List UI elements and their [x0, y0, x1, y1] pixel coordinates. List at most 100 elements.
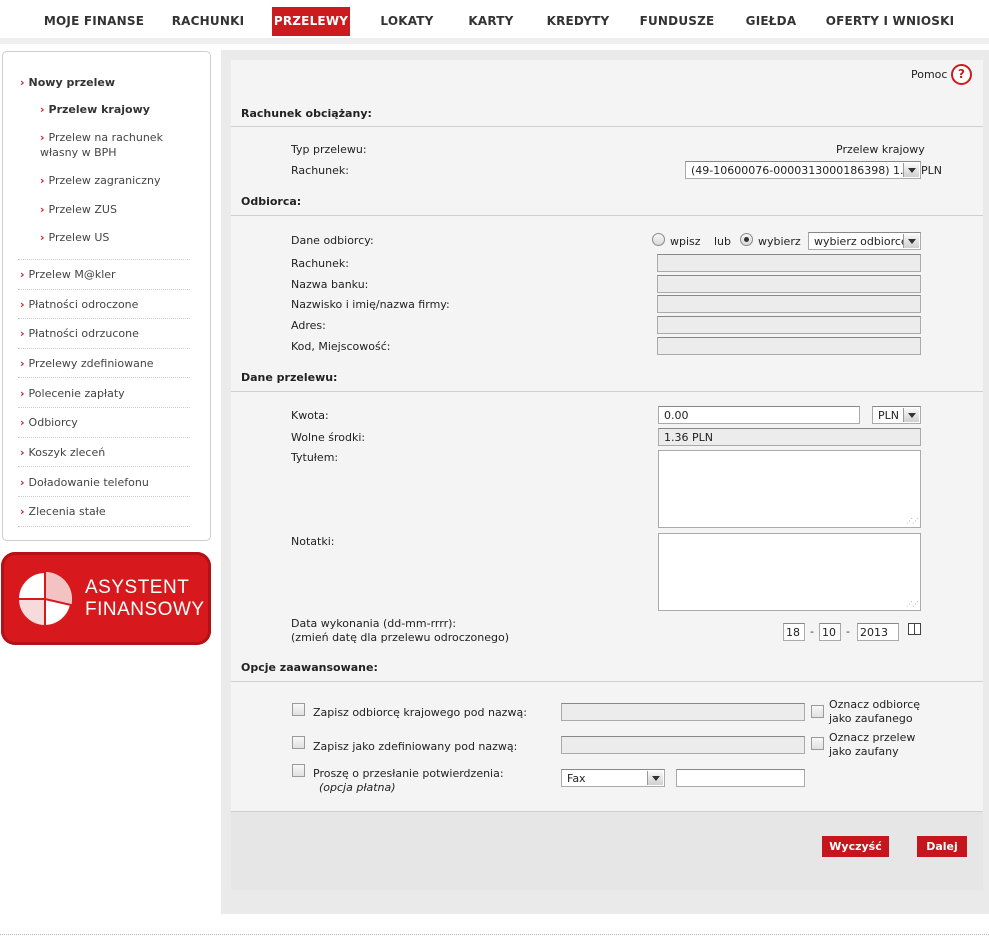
- section-title-dane-przelewu: Dane przelewu:: [241, 371, 338, 384]
- month-input[interactable]: 10: [819, 623, 841, 641]
- day-input[interactable]: 18: [783, 623, 805, 641]
- chevron-right-icon: ›: [20, 416, 25, 429]
- chevron-down-icon[interactable]: [903, 163, 919, 177]
- sidebar-item-doladowanie-telefonu[interactable]: › Doładowanie telefonu: [20, 475, 149, 490]
- radio-wpisz[interactable]: [652, 233, 665, 246]
- sidebar-item-koszyk-zlecen[interactable]: › Koszyk zleceń: [20, 445, 105, 460]
- sidebar-item-label: Nowy przelew: [28, 76, 116, 89]
- zapisz-zdefiniowany-nazwa-field[interactable]: [561, 736, 805, 754]
- divider: [231, 681, 983, 682]
- help-label[interactable]: Pomoc: [911, 68, 947, 81]
- year-value: 2013: [860, 626, 888, 639]
- nav-oferty-i-wnioski[interactable]: OFERTY I WNIOSKI: [822, 7, 958, 36]
- resize-grip-icon[interactable]: ⋰⋰: [906, 517, 919, 525]
- chevron-right-icon: ›: [20, 476, 25, 489]
- chevron-right-icon: ›: [40, 231, 45, 244]
- wybierz-odbiorce-select[interactable]: wybierz odbiorcę: [808, 232, 921, 250]
- divider: [231, 215, 983, 216]
- nav-rachunki[interactable]: RACHUNKI: [162, 7, 254, 36]
- sidebar-item-label: Koszyk zleceń: [28, 446, 106, 459]
- year-input[interactable]: 2013: [857, 623, 899, 641]
- calendar-icon[interactable]: [908, 623, 921, 635]
- data-wykonania-label: Data wykonania (dd-mm-rrrr):: [291, 617, 457, 630]
- potwierdzenie-numer-field[interactable]: [676, 769, 805, 787]
- top-navigation: MOJE FINANSE RACHUNKI PRZELEWY LOKATY KA…: [0, 0, 989, 44]
- nazwa-banku-field: [657, 275, 921, 293]
- divider: [18, 377, 190, 378]
- clear-button[interactable]: Wyczyść: [822, 836, 889, 857]
- divider: [18, 259, 190, 260]
- kod-miejscowosc-label: Kod, Miejscowość:: [291, 340, 391, 353]
- chevron-right-icon: ›: [40, 103, 45, 116]
- next-button[interactable]: Dalej: [917, 836, 967, 857]
- sidebar-item-zlecenia-stale[interactable]: › Zlecenia stałe: [20, 504, 106, 519]
- nav-karty[interactable]: KARTY: [460, 7, 522, 36]
- tytulem-textarea[interactable]: ⋰⋰: [658, 450, 921, 528]
- sidebar-item-przelew-zagraniczny[interactable]: › Przelew zagraniczny: [40, 173, 160, 188]
- sidebar-item-polecenie-zaplaty[interactable]: › Polecenie zapłaty: [20, 386, 125, 401]
- notatki-textarea[interactable]: ⋰⋰: [658, 533, 921, 611]
- chevron-down-icon[interactable]: [647, 771, 663, 785]
- nazwisko-label: Nazwisko i imię/nazwa firmy:: [291, 298, 450, 311]
- chevron-right-icon: ›: [20, 357, 25, 370]
- nav-gielda[interactable]: GIEŁDA: [738, 7, 804, 36]
- sidebar-item-nowy-przelew[interactable]: › Nowy przelew: [20, 75, 115, 90]
- sidebar-item-przelew-us[interactable]: › Przelew US: [40, 230, 109, 245]
- chevron-down-icon[interactable]: [903, 234, 919, 248]
- nav-lokaty[interactable]: LOKATY: [372, 7, 442, 36]
- day-value: 18: [786, 626, 800, 639]
- sidebar-item-label: Płatności odroczone: [28, 298, 139, 311]
- section-title-odbiorca: Odbiorca:: [241, 195, 302, 208]
- sidebar-item-odbiorcy[interactable]: › Odbiorcy: [20, 415, 78, 430]
- potwierdzenie-checkbox[interactable]: [292, 764, 305, 777]
- help-icon[interactable]: ?: [951, 64, 972, 85]
- zapisz-odbiorce-nazwa-field[interactable]: [561, 703, 805, 721]
- resize-grip-icon[interactable]: ⋰⋰: [906, 600, 919, 608]
- sidebar-item-platnosci-odrzucone[interactable]: › Płatności odrzucone: [20, 326, 139, 341]
- radio-wybierz-label[interactable]: wybierz: [758, 235, 801, 248]
- chevron-right-icon: ›: [40, 174, 45, 187]
- nazwisko-field[interactable]: [657, 295, 921, 313]
- sidebar-item-label: Płatności odrzucone: [28, 327, 139, 340]
- adres-label: Adres:: [291, 319, 326, 332]
- zapisz-zdefiniowany-checkbox[interactable]: [292, 736, 305, 749]
- sidebar-item-przelew-makler[interactable]: › Przelew M@kler: [20, 267, 116, 282]
- sidebar-item-przelew-wlasny-line2[interactable]: własny w BPH: [40, 145, 117, 160]
- radio-wybierz[interactable]: [740, 233, 753, 246]
- opcja-platna-label: (opcja płatna): [319, 781, 396, 794]
- nav-moje-finanse[interactable]: MOJE FINANSE: [36, 7, 152, 36]
- pie-chart-icon: [16, 570, 73, 628]
- sidebar-item-przelew-zus[interactable]: › Przelew ZUS: [40, 202, 117, 217]
- month-value: 10: [822, 626, 836, 639]
- nav-kredyty[interactable]: KREDYTY: [540, 7, 616, 36]
- adres-field[interactable]: [657, 316, 921, 334]
- potwierdzenie-kanal-select[interactable]: Fax: [561, 769, 665, 787]
- nav-fundusze[interactable]: FUNDUSZE: [636, 7, 718, 36]
- oznacz-odbiorce-label-2: jako zaufanego: [829, 712, 913, 725]
- divider: [231, 126, 983, 127]
- asystent-finansowy-banner[interactable]: ASYSTENT FINANSOWY: [1, 552, 211, 645]
- banner-text: ASYSTENT FINANSOWY: [85, 577, 205, 621]
- sidebar-item-przelew-krajowy[interactable]: › Przelew krajowy: [40, 102, 150, 117]
- oznacz-odbiorce-checkbox[interactable]: [811, 705, 824, 718]
- rachunek-odbiorcy-field[interactable]: [657, 254, 921, 272]
- date-dash: -: [810, 625, 814, 638]
- kod-miejscowosc-field[interactable]: [657, 337, 921, 355]
- zapisz-odbiorce-checkbox[interactable]: [292, 703, 305, 716]
- sidebar-item-platnosci-odroczone[interactable]: › Płatności odroczone: [20, 297, 138, 312]
- kwota-input[interactable]: 0.00: [658, 406, 860, 424]
- radio-wpisz-label[interactable]: wpisz: [670, 235, 701, 248]
- kwota-value: 0.00: [664, 409, 689, 422]
- sidebar: [2, 51, 211, 541]
- chevron-right-icon: ›: [20, 327, 25, 340]
- chevron-right-icon: ›: [20, 505, 25, 518]
- divider: [18, 466, 190, 467]
- nav-przelewy[interactable]: PRZELEWY: [272, 7, 350, 36]
- zapisz-odbiorce-label: Zapisz odbiorcę krajowego pod nazwą:: [313, 706, 527, 719]
- currency-select[interactable]: PLN: [872, 406, 921, 424]
- chevron-down-icon[interactable]: [903, 408, 919, 422]
- sidebar-item-przelew-wlasny[interactable]: › Przelew na rachunek: [40, 130, 163, 145]
- sidebar-item-przelewy-zdefiniowane[interactable]: › Przelewy zdefiniowane: [20, 356, 154, 371]
- oznacz-przelew-checkbox[interactable]: [811, 737, 824, 750]
- rachunek-select[interactable]: (49-10600076-0000313000186398) 1.36 PLN: [685, 161, 942, 179]
